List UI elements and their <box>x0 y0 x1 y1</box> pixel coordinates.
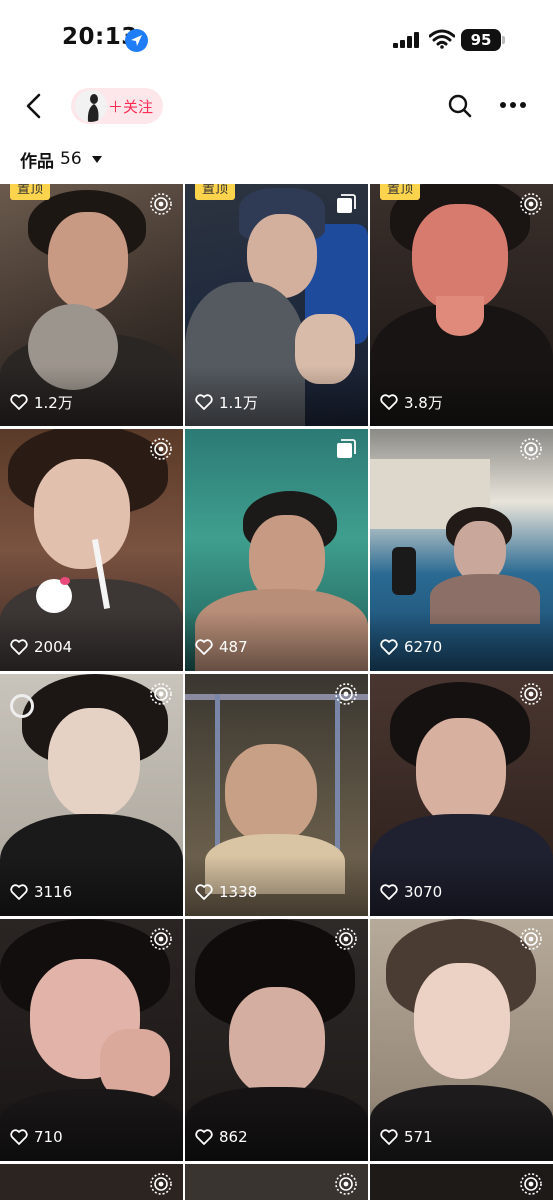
heart-icon <box>195 394 213 410</box>
live-photo-icon <box>335 683 357 705</box>
nav-bar: ＋关注 <box>0 80 553 140</box>
live-photo-icon <box>150 438 172 460</box>
live-photo-icon <box>150 1173 172 1195</box>
video-tile[interactable]: 3116 <box>0 674 183 916</box>
works-count: 56 <box>60 149 82 169</box>
caret-down-icon <box>91 155 102 163</box>
like-count-text: 3116 <box>34 883 73 901</box>
video-tile[interactable]: 置顶 1.2万 <box>0 184 183 426</box>
like-count: 710 <box>10 1127 63 1147</box>
pin-badge: 置顶 <box>380 184 421 200</box>
heart-icon <box>380 394 398 410</box>
live-photo-icon <box>520 193 542 215</box>
like-count: 1338 <box>195 882 257 902</box>
battery-tip <box>502 36 505 44</box>
live-photo-icon <box>520 438 542 460</box>
video-tile[interactable]: 置顶 1.1万 <box>185 184 368 426</box>
heart-icon <box>10 394 28 410</box>
follow-label: ＋关注 <box>108 98 154 116</box>
gallery-icon <box>337 439 356 458</box>
more-icon[interactable] <box>500 102 528 110</box>
like-count: 3116 <box>10 882 72 902</box>
heart-icon <box>195 1129 213 1145</box>
video-tile[interactable]: 862 <box>185 919 368 1161</box>
gallery-icon <box>337 194 356 213</box>
like-count: 6270 <box>380 637 442 657</box>
live-photo-icon <box>335 1173 357 1195</box>
video-tile[interactable]: 3070 <box>370 674 553 916</box>
like-count: 487 <box>195 637 248 657</box>
back-icon[interactable] <box>20 91 50 121</box>
like-count: 1.1万 <box>195 392 258 412</box>
live-photo-icon <box>150 928 172 950</box>
wifi-icon <box>429 29 455 49</box>
like-count-text: 710 <box>34 1128 63 1146</box>
live-photo-icon <box>520 928 542 950</box>
heart-icon <box>380 884 398 900</box>
live-photo-icon <box>150 683 172 705</box>
heart-icon <box>380 639 398 655</box>
like-count-text: 1.1万 <box>219 393 258 412</box>
like-count-text: 487 <box>219 638 248 656</box>
video-tile[interactable]: 2004 <box>0 429 183 671</box>
heart-icon <box>380 1129 398 1145</box>
like-count-text: 1338 <box>219 883 258 901</box>
like-count-text: 1.2万 <box>34 393 73 412</box>
heart-icon <box>10 1129 28 1145</box>
video-tile[interactable] <box>0 1164 183 1200</box>
like-count: 1.2万 <box>10 392 73 412</box>
video-tile[interactable]: 710 <box>0 919 183 1161</box>
live-photo-icon <box>520 683 542 705</box>
video-tile[interactable]: 1338 <box>185 674 368 916</box>
like-count: 862 <box>195 1127 248 1147</box>
like-count: 2004 <box>10 637 72 657</box>
follow-button[interactable]: ＋关注 <box>71 88 163 124</box>
live-photo-icon <box>520 1173 542 1195</box>
video-tile[interactable] <box>185 1164 368 1200</box>
works-filter[interactable]: 作品 56 <box>20 146 102 172</box>
works-label: 作品 <box>20 151 54 172</box>
like-count: 3.8万 <box>380 392 443 412</box>
avatar[interactable] <box>75 90 107 122</box>
video-tile[interactable] <box>370 1164 553 1200</box>
like-count-text: 3.8万 <box>404 393 443 412</box>
pin-badge: 置顶 <box>10 184 51 200</box>
live-photo-icon <box>150 193 172 215</box>
location-arrow-icon <box>125 29 148 52</box>
video-tile[interactable]: 487 <box>185 429 368 671</box>
video-tile[interactable]: 6270 <box>370 429 553 671</box>
status-bar: 20:13 95 <box>0 0 553 80</box>
heart-icon <box>10 884 28 900</box>
like-count-text: 3070 <box>404 883 443 901</box>
signal-icon <box>393 32 419 48</box>
like-count-text: 6270 <box>404 638 443 656</box>
search-icon[interactable] <box>447 93 473 119</box>
live-photo-icon <box>335 928 357 950</box>
like-count-text: 862 <box>219 1128 248 1146</box>
battery-icon: 95 <box>461 29 501 51</box>
pin-badge: 置顶 <box>195 184 236 200</box>
like-count: 571 <box>380 1127 433 1147</box>
heart-icon <box>10 639 28 655</box>
like-count-text: 2004 <box>34 638 73 656</box>
video-tile[interactable]: 置顶 3.8万 <box>370 184 553 426</box>
like-count: 3070 <box>380 882 442 902</box>
heart-icon <box>195 639 213 655</box>
heart-icon <box>195 884 213 900</box>
like-count-text: 571 <box>404 1128 433 1146</box>
video-tile[interactable]: 571 <box>370 919 553 1161</box>
